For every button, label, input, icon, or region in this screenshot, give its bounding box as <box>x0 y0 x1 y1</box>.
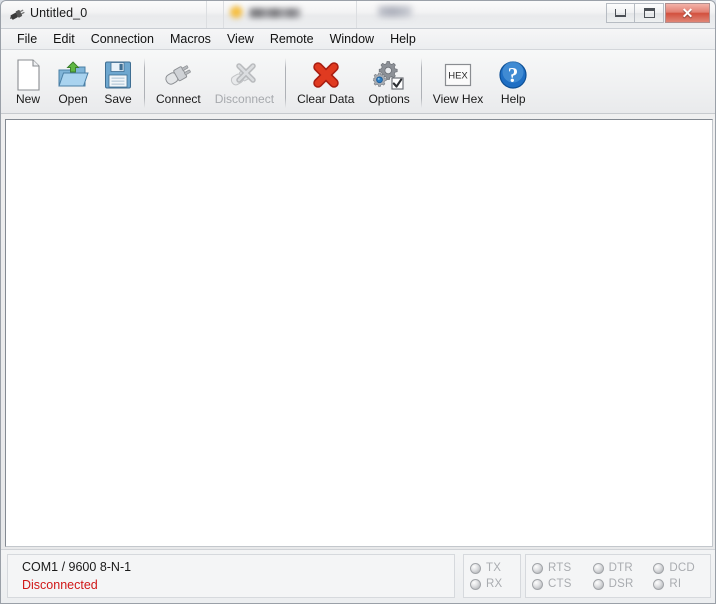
help-button[interactable]: ? Help <box>490 53 536 111</box>
view-hex-label: View Hex <box>432 92 484 106</box>
toolbar-separator-3 <box>420 58 422 108</box>
gears-options-icon <box>373 58 405 91</box>
menu-help[interactable]: Help <box>382 30 424 48</box>
red-x-icon <box>310 58 342 91</box>
view-hex-button[interactable]: HEX View Hex <box>426 53 490 111</box>
menu-connection[interactable]: Connection <box>83 30 162 48</box>
terminal-output[interactable] <box>6 120 712 546</box>
title-bar: Untitled_0 ✕ <box>1 1 715 29</box>
connection-info-panel: COM1 / 9600 8-N-1 Disconnected <box>7 554 455 598</box>
clear-data-label: Clear Data <box>297 92 355 106</box>
menu-bar: File Edit Connection Macros View Remote … <box>1 29 715 50</box>
hex-button-icon: HEX <box>441 58 475 91</box>
rts-led-icon <box>532 562 543 574</box>
cts-label: CTS <box>548 578 572 590</box>
save-floppy-icon <box>103 58 133 91</box>
rx-label: RX <box>486 578 503 590</box>
titlebar-seam-left <box>206 1 207 28</box>
dsr-led-icon <box>592 578 604 590</box>
titlebar-seam-mid <box>356 1 357 28</box>
status-badge: Disconnected <box>22 578 98 592</box>
svg-text:HEX: HEX <box>448 70 468 81</box>
port-settings-text: COM1 / 9600 8-N-1 <box>22 560 132 574</box>
svg-text:?: ? <box>508 63 519 87</box>
save-label: Save <box>104 92 132 106</box>
control-led-group: RTS DTR DCD CTS DSR RI <box>525 554 711 598</box>
titlebar-seam-right <box>223 1 224 28</box>
disconnect-label: Disconnect <box>214 92 275 106</box>
new-button[interactable]: New <box>6 53 50 111</box>
open-label: Open <box>58 92 88 106</box>
dcd-label: DCD <box>669 562 695 574</box>
dsr-label: DSR <box>608 578 634 590</box>
toolbar-separator-1 <box>144 58 145 108</box>
application-window: Untitled_0 ✕ File Edit Connection Macros… <box>0 0 716 604</box>
data-led-group: TX RX <box>463 554 521 598</box>
led-dsr: DSR <box>592 578 644 590</box>
blurred-text-right <box>378 6 412 17</box>
options-label: Options <box>368 92 410 106</box>
window-title: Untitled_0 <box>30 6 88 20</box>
blurred-orange-icon <box>230 6 243 19</box>
minimize-icon <box>615 9 626 17</box>
dtr-led-icon <box>592 562 604 574</box>
disconnect-button: Disconnect <box>208 53 281 111</box>
terminal-panel <box>5 119 713 547</box>
help-label: Help <box>500 92 526 106</box>
menu-edit[interactable]: Edit <box>45 30 83 48</box>
rx-led-icon <box>470 578 481 590</box>
status-bar: COM1 / 9600 8-N-1 Disconnected TX RX RTS… <box>1 549 715 603</box>
minimize-button[interactable] <box>606 3 635 23</box>
save-button[interactable]: Save <box>96 53 140 111</box>
options-button[interactable]: Options <box>361 53 416 111</box>
led-dtr: DTR <box>592 562 644 574</box>
maximize-button[interactable] <box>635 3 664 23</box>
open-button[interactable]: Open <box>50 53 96 111</box>
help-question-icon: ? <box>497 58 529 91</box>
toolbar-separator-2 <box>285 58 287 108</box>
cts-led-icon <box>532 578 543 590</box>
toolbar: New Open Save Connect Disconnect Clear D… <box>1 50 715 114</box>
ri-led-icon <box>653 578 665 590</box>
usb-disconnect-icon <box>226 58 262 91</box>
new-document-icon <box>13 58 43 91</box>
open-folder-icon <box>57 58 89 91</box>
led-rts: RTS <box>532 562 583 574</box>
menu-macros[interactable]: Macros <box>162 30 219 48</box>
menu-remote[interactable]: Remote <box>262 30 322 48</box>
led-dcd: DCD <box>653 562 704 574</box>
usb-connect-icon <box>161 58 195 91</box>
led-rx: RX <box>470 578 514 590</box>
window-controls: ✕ <box>606 3 710 23</box>
led-cts: CTS <box>532 578 583 590</box>
new-label: New <box>15 92 40 106</box>
tx-label: TX <box>486 562 502 574</box>
blurred-text-label <box>249 8 301 18</box>
serial-plug-icon <box>9 6 26 23</box>
close-icon: ✕ <box>681 5 694 21</box>
maximize-icon <box>643 8 655 18</box>
menu-window[interactable]: Window <box>322 30 382 48</box>
led-ri: RI <box>653 578 704 590</box>
connect-button[interactable]: Connect <box>149 53 208 111</box>
rts-label: RTS <box>548 562 572 574</box>
ri-label: RI <box>669 578 682 590</box>
dtr-label: DTR <box>608 562 633 574</box>
tx-led-icon <box>470 562 481 574</box>
connect-label: Connect <box>156 92 201 106</box>
menu-file[interactable]: File <box>9 30 45 48</box>
menu-view[interactable]: View <box>219 30 262 48</box>
dcd-led-icon <box>653 562 665 574</box>
close-button[interactable]: ✕ <box>665 3 710 23</box>
led-tx: TX <box>470 562 514 574</box>
clear-data-button[interactable]: Clear Data <box>290 53 361 111</box>
